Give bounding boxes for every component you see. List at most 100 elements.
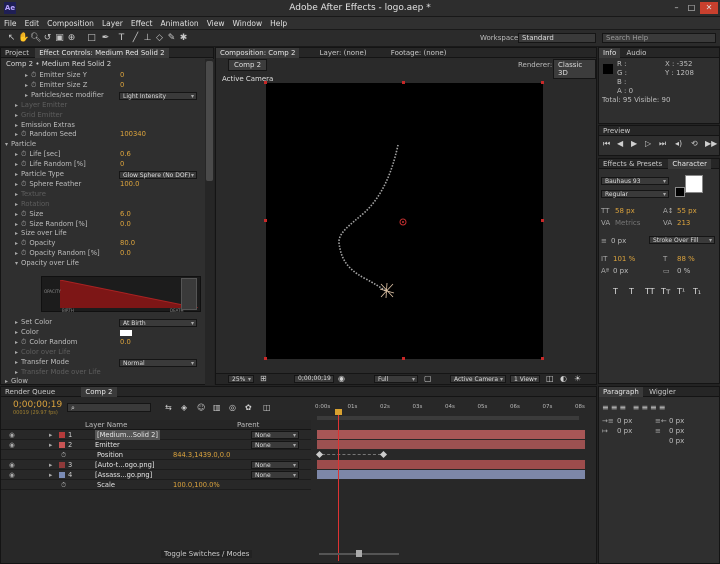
stopwatch-icon[interactable]: ⏱ xyxy=(21,150,26,158)
renderer-button[interactable]: Classic 3D xyxy=(553,59,596,79)
text-style-button[interactable]: TT xyxy=(645,287,655,296)
stroke-color-swatch[interactable] xyxy=(675,187,685,197)
label-color-swatch[interactable] xyxy=(59,432,65,438)
stopwatch-icon[interactable]: ⏱ xyxy=(61,450,66,460)
brainstorm-icon[interactable]: ✿ xyxy=(245,403,252,412)
space-before-value[interactable]: 0 px xyxy=(669,427,684,435)
ram-preview-icon[interactable]: ▶▶ xyxy=(705,139,717,148)
horizontal-scale-value[interactable]: 88 % xyxy=(677,255,695,263)
prop-set-color[interactable]: ▸ Set Color xyxy=(1,318,52,328)
hand-tool-icon[interactable]: ✋ xyxy=(18,32,29,44)
layer-name[interactable]: [Medium...Solid 2] xyxy=(95,430,161,440)
comp-mini-flowchart-icon[interactable]: ⇆ xyxy=(165,403,172,412)
resolution-dropdown[interactable]: Full xyxy=(374,375,418,383)
rotate-tool-icon[interactable]: ↺ xyxy=(42,32,53,44)
prop-dropdown[interactable]: Glow Sphere (No DOF) xyxy=(119,171,197,179)
timeline-current-time[interactable]: 0;00;00;19 xyxy=(13,400,62,410)
timeline-search-input[interactable]: ⌕ xyxy=(67,403,151,412)
tab-footage[interactable]: Footage: (none) xyxy=(387,48,451,58)
pen-tool-icon[interactable]: ✒ xyxy=(100,32,111,44)
toggle-switches-modes[interactable]: Toggle Switches / Modes xyxy=(161,550,253,558)
prop-value[interactable]: 0.0 xyxy=(120,249,131,259)
layer-duration-bar[interactable] xyxy=(317,430,585,439)
text-style-button[interactable]: T₁ xyxy=(693,287,701,296)
prop-life-random-[interactable]: ▸ ⏱ Life Random [%] xyxy=(1,160,86,170)
text-style-button[interactable]: T xyxy=(613,287,618,296)
prop-life-sec-[interactable]: ▸ ⏱ Life [sec] xyxy=(1,150,61,160)
leading-value[interactable]: 55 px xyxy=(677,207,697,215)
prop-layer-emitter[interactable]: ▸ Layer Emitter xyxy=(1,101,67,111)
next-frame-icon[interactable]: ▷ xyxy=(645,139,651,148)
work-area-bar[interactable] xyxy=(317,416,579,420)
prop-size-over-life[interactable]: ▸ Size over Life xyxy=(1,229,67,239)
toggle-pixel-icon[interactable]: ◫ xyxy=(546,374,554,383)
current-time-display[interactable]: 0;00;00;19 xyxy=(294,375,334,383)
timeline-zoom-thumb[interactable] xyxy=(356,550,362,557)
search-help-input[interactable]: Search Help xyxy=(602,33,716,43)
previous-frame-icon[interactable]: ◀ xyxy=(617,139,623,148)
tab-layer[interactable]: Layer: (none) xyxy=(316,48,371,58)
visibility-icon[interactable]: ◉ xyxy=(9,470,15,480)
label-color-swatch[interactable] xyxy=(59,471,65,478)
zoom-tool-icon[interactable]: 🔍︎ xyxy=(30,32,41,44)
color-swatch[interactable] xyxy=(120,329,132,336)
draft-3d-icon[interactable]: ◈ xyxy=(181,403,187,412)
menu-help[interactable]: Help xyxy=(266,17,291,30)
roto-brush-tool-icon[interactable]: ✎ xyxy=(166,32,177,44)
parent-dropdown[interactable]: None xyxy=(251,440,299,449)
layer-name[interactable]: Scale xyxy=(97,480,115,490)
play-icon[interactable]: ▶ xyxy=(631,139,637,148)
loop-icon[interactable]: ⟲ xyxy=(691,139,698,148)
visibility-icon[interactable]: ◉ xyxy=(9,430,15,440)
visibility-icon[interactable]: ◉ xyxy=(9,440,15,450)
camera-tool-icon[interactable]: ▣ xyxy=(54,32,65,44)
layer-duration-bar[interactable] xyxy=(317,469,585,479)
text-style-button[interactable]: T¹ xyxy=(677,287,685,296)
tab-preview[interactable]: Preview xyxy=(599,126,634,136)
parent-dropdown[interactable]: None xyxy=(251,460,299,469)
composition-viewer[interactable] xyxy=(264,81,544,360)
prop-dropdown[interactable]: Normal xyxy=(119,358,197,367)
stopwatch-icon[interactable]: ⏱ xyxy=(21,130,26,138)
prop-value[interactable]: 0.0 xyxy=(120,220,131,230)
current-time-indicator[interactable] xyxy=(338,411,339,561)
space-after-value[interactable]: 0 px xyxy=(669,437,684,445)
menu-effect[interactable]: Effect xyxy=(127,17,157,30)
stopwatch-icon[interactable]: ⏱ xyxy=(21,239,26,247)
layer-name[interactable]: [Assass...go.png] xyxy=(95,470,152,480)
text-style-button[interactable]: Tт xyxy=(661,287,671,296)
visibility-icon[interactable]: ◉ xyxy=(9,460,15,470)
layer-name[interactable]: [Auto-t...ogo.png] xyxy=(95,460,154,470)
menu-window[interactable]: Window xyxy=(229,17,267,30)
font-family-dropdown[interactable]: Bauhaus 93 xyxy=(601,177,669,185)
prop-sphere-feather[interactable]: ▸ ⏱ Sphere Feather xyxy=(1,180,81,190)
menu-file[interactable]: File xyxy=(0,17,21,30)
label-color-swatch[interactable] xyxy=(59,441,65,448)
stopwatch-icon[interactable]: ⏱ xyxy=(21,180,26,188)
menu-composition[interactable]: Composition xyxy=(43,17,98,30)
layer-row[interactable]: ⏱ Position 844.3,1439.0,0.0 xyxy=(1,450,311,460)
region-of-interest-icon[interactable]: ▢ xyxy=(424,374,432,383)
view-layout-dropdown[interactable]: 1 View xyxy=(510,375,540,383)
prop-value[interactable]: 0 xyxy=(120,71,124,81)
vertical-scale-value[interactable]: 101 % xyxy=(613,255,635,263)
disclosure-triangle-icon[interactable]: ▸ xyxy=(49,430,52,440)
safe-zones-icon[interactable]: ⊞ xyxy=(260,374,267,383)
snapshot-icon[interactable]: ◉ xyxy=(338,374,345,383)
tab-composition[interactable]: Composition: Comp 2 xyxy=(216,48,300,58)
prop-rotation[interactable]: ▸ Rotation xyxy=(1,200,49,210)
puppet-pin-tool-icon[interactable]: ✱ xyxy=(178,32,189,44)
prop-value[interactable]: 0 xyxy=(120,81,124,91)
font-size-value[interactable]: 58 px xyxy=(615,207,635,215)
prop-size-random-[interactable]: ▸ ⏱ Size Random [%] xyxy=(1,220,88,230)
prop-texture[interactable]: ▸ Texture xyxy=(1,190,46,200)
prop-emitter-size-y[interactable]: ▸ ⏱ Emitter Size Y xyxy=(1,71,87,81)
prop-color[interactable]: ▸ Color xyxy=(1,328,39,338)
stopwatch-icon[interactable]: ⏱ xyxy=(21,160,26,168)
stroke-width-value[interactable]: 0 px xyxy=(611,237,626,245)
prop-value[interactable]: 0 xyxy=(120,160,124,170)
layer-name[interactable]: Emitter xyxy=(95,440,120,450)
layer-duration-bar[interactable] xyxy=(317,459,585,469)
mute-audio-icon[interactable]: ◂) xyxy=(675,139,682,148)
layer-row[interactable]: ⏱ Scale 100.0,100.0% xyxy=(1,480,311,490)
